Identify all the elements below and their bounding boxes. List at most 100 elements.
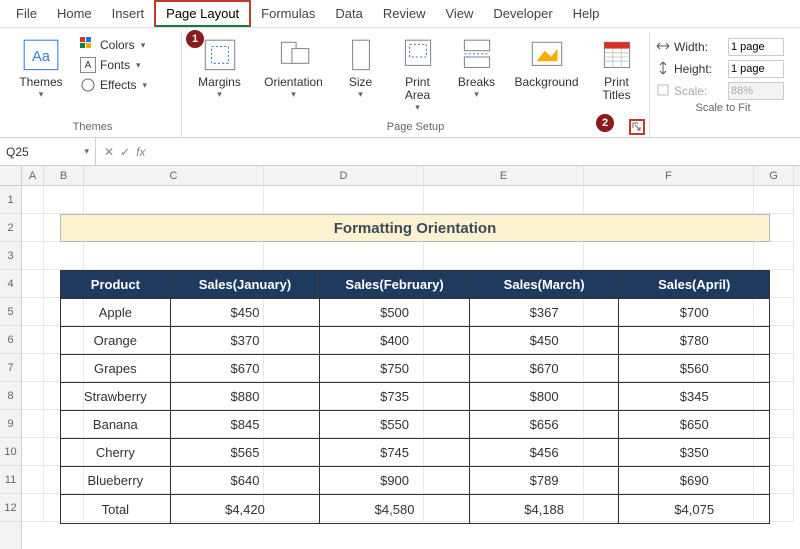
- effects-icon: [80, 77, 96, 93]
- table-cell: $780: [619, 327, 769, 355]
- name-box[interactable]: Q25▾: [0, 138, 96, 165]
- scale-input: [728, 82, 784, 100]
- table-cell: $450: [171, 299, 321, 327]
- background-button[interactable]: Background: [510, 34, 584, 91]
- confirm-icon[interactable]: ✓: [120, 145, 130, 159]
- tab-page-layout[interactable]: Page Layout: [154, 0, 251, 27]
- table-cell: $4,188: [470, 495, 620, 523]
- group-scale-to-fit: Width: Height: Scale: Scale to Fit: [650, 32, 796, 137]
- fx-icon[interactable]: fx: [136, 145, 145, 159]
- ribbon: Aa Themes Colors▾ A Fonts▾: [0, 28, 800, 138]
- orientation-button[interactable]: Orientation: [258, 34, 330, 102]
- title-band: Formatting Orientation: [60, 214, 770, 242]
- table-cell: $4,075: [619, 495, 769, 523]
- row-header-6[interactable]: 6: [0, 326, 21, 354]
- orientation-icon: [273, 36, 315, 74]
- print-titles-icon: [596, 36, 638, 74]
- tab-developer[interactable]: Developer: [483, 2, 562, 25]
- table-cell: $500: [320, 299, 470, 327]
- width-input[interactable]: [728, 38, 784, 56]
- worksheet: 123456789101112 ABCDEFG Formatting Orien…: [0, 166, 800, 549]
- col-header-B[interactable]: B: [44, 166, 84, 185]
- scale-label: Scale:: [674, 84, 724, 98]
- table-cell: $650: [619, 411, 769, 439]
- data-table: ProductSales(January)Sales(February)Sale…: [60, 270, 770, 524]
- effects-button[interactable]: Effects▾: [78, 76, 149, 94]
- row-header-5[interactable]: 5: [0, 298, 21, 326]
- grid-body[interactable]: Formatting Orientation ProductSales(Janu…: [22, 186, 800, 522]
- table-cell: Blueberry: [61, 467, 171, 495]
- tab-review[interactable]: Review: [373, 2, 436, 25]
- annotation-badge-2: 2: [596, 114, 614, 132]
- row-header-4[interactable]: 4: [0, 270, 21, 298]
- size-button[interactable]: Size: [337, 34, 385, 102]
- scale-icon: [656, 83, 670, 100]
- print-titles-button[interactable]: Print Titles: [591, 34, 643, 104]
- table-cell: $800: [470, 383, 620, 411]
- row-header-10[interactable]: 10: [0, 438, 21, 466]
- col-header-F[interactable]: F: [584, 166, 754, 185]
- tab-formulas[interactable]: Formulas: [251, 2, 325, 25]
- cancel-icon[interactable]: ✕: [104, 145, 114, 159]
- group-page-setup: Margins Orientation Size Print Area Brea…: [182, 32, 650, 137]
- row-header-1[interactable]: 1: [0, 186, 21, 214]
- table-cell: $560: [619, 355, 769, 383]
- table-header: Sales(January): [171, 271, 321, 299]
- col-header-G[interactable]: G: [754, 166, 794, 185]
- table-cell: $690: [619, 467, 769, 495]
- row-header-9[interactable]: 9: [0, 410, 21, 438]
- breaks-button[interactable]: Breaks: [451, 34, 503, 102]
- margins-icon: [199, 36, 241, 74]
- table-cell: $640: [171, 467, 321, 495]
- table-cell: $735: [320, 383, 470, 411]
- table-cell: $350: [619, 439, 769, 467]
- svg-text:Aa: Aa: [32, 49, 51, 65]
- table-header: Product: [61, 271, 171, 299]
- print-area-button[interactable]: Print Area: [392, 34, 444, 115]
- tab-data[interactable]: Data: [325, 2, 372, 25]
- table-cell: Apple: [61, 299, 171, 327]
- row-header-11[interactable]: 11: [0, 466, 21, 494]
- col-header-D[interactable]: D: [264, 166, 424, 185]
- table-cell: $670: [171, 355, 321, 383]
- tab-home[interactable]: Home: [47, 2, 102, 25]
- themes-button[interactable]: Aa Themes: [10, 34, 72, 102]
- breaks-icon: [456, 36, 498, 74]
- formula-input[interactable]: [153, 138, 800, 165]
- height-input[interactable]: [728, 60, 784, 78]
- col-header-E[interactable]: E: [424, 166, 584, 185]
- page-setup-launcher[interactable]: [629, 119, 645, 135]
- table-cell: Grapes: [61, 355, 171, 383]
- print-area-icon: [397, 36, 439, 74]
- table-header: Sales(March): [470, 271, 620, 299]
- group-label-page-setup: Page Setup: [188, 119, 643, 137]
- table-cell: $4,420: [171, 495, 321, 523]
- col-header-C[interactable]: C: [84, 166, 264, 185]
- table-cell: $845: [171, 411, 321, 439]
- row-header-7[interactable]: 7: [0, 354, 21, 382]
- tab-insert[interactable]: Insert: [102, 2, 155, 25]
- tab-help[interactable]: Help: [563, 2, 610, 25]
- fonts-button[interactable]: A Fonts▾: [78, 56, 149, 74]
- tab-file[interactable]: File: [6, 2, 47, 25]
- table-cell: $456: [470, 439, 620, 467]
- row-header-12[interactable]: 12: [0, 494, 21, 522]
- width-icon: [656, 39, 670, 56]
- group-label-scale-to-fit: Scale to Fit: [656, 100, 790, 118]
- table-cell: $450: [470, 327, 620, 355]
- row-header-3[interactable]: 3: [0, 242, 21, 270]
- table-cell: Orange: [61, 327, 171, 355]
- table-header: Sales(February): [320, 271, 470, 299]
- row-header-2[interactable]: 2: [0, 214, 21, 242]
- colors-button[interactable]: Colors▾: [78, 36, 149, 54]
- col-header-A[interactable]: A: [22, 166, 44, 185]
- group-themes: Aa Themes Colors▾ A Fonts▾: [4, 32, 182, 137]
- table-cell: $367: [470, 299, 620, 327]
- select-all-corner[interactable]: [0, 166, 21, 186]
- table-cell: $670: [470, 355, 620, 383]
- annotation-badge-1: 1: [186, 30, 204, 48]
- size-icon: [340, 36, 382, 74]
- tab-view[interactable]: View: [435, 2, 483, 25]
- table-cell: $370: [171, 327, 321, 355]
- row-header-8[interactable]: 8: [0, 382, 21, 410]
